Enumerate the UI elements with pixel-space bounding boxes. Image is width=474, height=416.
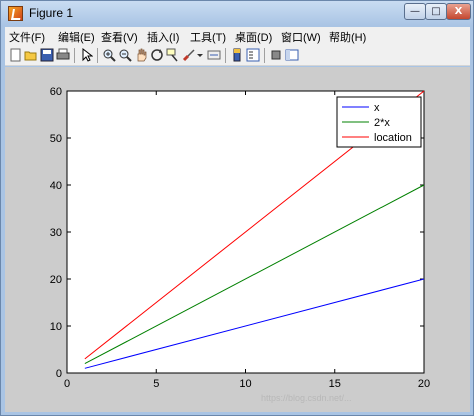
toolbar [5, 45, 470, 66]
open-icon[interactable] [24, 48, 38, 62]
toolbar-separator [264, 48, 265, 63]
zoom-in-icon[interactable] [102, 48, 116, 62]
x-tick-label: 5 [153, 378, 159, 390]
menu-file[interactable]: 文件(F) [9, 29, 45, 45]
x-tick-label: 20 [418, 378, 430, 390]
legend-label-0: x [374, 102, 380, 114]
y-tick-label: 20 [50, 274, 62, 286]
minimize-button[interactable]: — [404, 3, 426, 20]
new-icon[interactable] [8, 48, 22, 62]
y-tick-label: 0 [56, 368, 62, 380]
window-title: Figure 1 [29, 6, 74, 20]
y-tick-label: 50 [50, 133, 62, 145]
close-button[interactable]: X [446, 3, 471, 20]
menu-desktop[interactable]: 桌面(D) [235, 29, 272, 45]
maximize-button[interactable]: □ [425, 3, 447, 20]
y-tick-label: 30 [50, 227, 62, 239]
link-icon[interactable] [207, 48, 221, 62]
title-bar[interactable]: Figure 1 — □ X [1, 1, 473, 26]
save-icon[interactable] [40, 48, 54, 62]
plot-svg[interactable]: 0 5 10 15 20 0 10 20 30 40 50 60 x 2*x location [5, 67, 470, 412]
show-plot-tools-icon[interactable] [285, 48, 299, 62]
y-tick-label: 10 [50, 321, 62, 333]
zoom-out-icon[interactable] [118, 48, 132, 62]
x-tick-label: 15 [329, 378, 341, 390]
data-cursor-icon[interactable] [166, 48, 180, 62]
brush-icon[interactable] [182, 48, 196, 62]
rotate-icon[interactable] [150, 48, 164, 62]
hide-plot-tools-icon[interactable] [269, 48, 283, 62]
matlab-icon [8, 6, 23, 21]
menu-edit[interactable]: 编辑(E) [58, 29, 95, 45]
colorbar-icon[interactable] [230, 48, 244, 62]
toolbar-separator [97, 48, 98, 63]
watermark: https://blog.csdn.net/... [261, 393, 352, 403]
pointer-icon[interactable] [79, 48, 93, 62]
pan-icon[interactable] [134, 48, 148, 62]
print-icon[interactable] [56, 48, 70, 62]
toolbar-separator [225, 48, 226, 63]
toolbar-separator [74, 48, 75, 63]
y-tick-label: 60 [50, 86, 62, 98]
figure-canvas[interactable]: 0 5 10 15 20 0 10 20 30 40 50 60 x 2*x location [5, 67, 470, 412]
legend-label-1: 2*x [374, 117, 390, 129]
legend-icon[interactable] [246, 48, 260, 62]
y-tick-label: 40 [50, 180, 62, 192]
x-tick-label: 10 [239, 378, 251, 390]
menu-insert[interactable]: 插入(I) [147, 29, 179, 45]
menu-window[interactable]: 窗口(W) [281, 29, 321, 45]
legend-label-2: location [374, 132, 412, 144]
figure-window: Figure 1 — □ X 文件(F) 编辑(E) 查看(V) 插入(I) 工… [0, 0, 474, 416]
menu-bar: 文件(F) 编辑(E) 查看(V) 插入(I) 工具(T) 桌面(D) 窗口(W… [5, 27, 470, 45]
menu-tools[interactable]: 工具(T) [190, 29, 226, 45]
x-tick-label: 0 [64, 378, 70, 390]
menu-help[interactable]: 帮助(H) [329, 29, 366, 45]
menu-view[interactable]: 查看(V) [101, 29, 138, 45]
